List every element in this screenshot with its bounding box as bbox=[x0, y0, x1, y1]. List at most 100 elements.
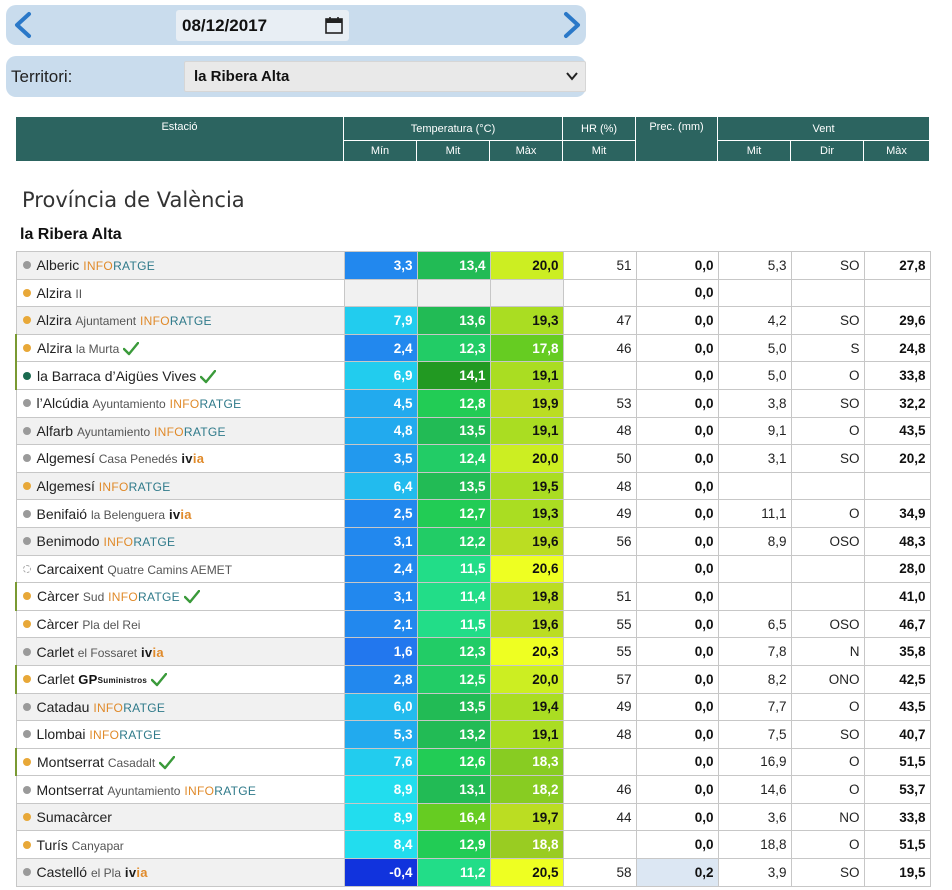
station-cell[interactable]: Catadau INFORATGE bbox=[15, 692, 345, 722]
table-row[interactable]: Càrcer Pla del Rei 2,1 11,5 19,6 55 0,0 6,5 OSO… bbox=[15, 609, 931, 639]
table-row[interactable]: Alzira la Murta 2,4 12,3 17,8 46 0,0 5,0 S 24,8 bbox=[15, 333, 931, 363]
table-row[interactable]: Llombai INFORATGE 5,3 13,2 19,1 48 0,0 7,5 SO 40… bbox=[15, 720, 931, 749]
station-name[interactable]: Alfarb bbox=[37, 423, 74, 439]
table-row[interactable]: Alzira II 0,0 bbox=[15, 278, 931, 308]
station-name[interactable]: Castelló bbox=[37, 864, 88, 880]
table-row[interactable]: Carcaixent Quatre Camins AEMET 2,4 11,5 20,… bbox=[15, 554, 931, 584]
station-cell[interactable]: Algemesí INFORATGE bbox=[15, 471, 345, 501]
station-cell[interactable]: Turís Canyapar bbox=[15, 830, 345, 860]
station-name[interactable]: Alzira bbox=[37, 285, 72, 301]
station-cell[interactable]: l’Alcúdia Ayuntamiento INFORATGE bbox=[15, 388, 345, 418]
inforatge-logo: INFORATGE bbox=[169, 397, 242, 412]
station-cell[interactable]: Sumacàrcer bbox=[15, 802, 345, 832]
table-row[interactable]: Algemesí Casa Penedés ivia 3,5 12,4 20,0 50 0… bbox=[15, 444, 931, 473]
station-name[interactable]: Algemesí bbox=[37, 450, 95, 466]
station-cell[interactable]: Montserrat Ayuntamiento INFORATGE bbox=[15, 775, 345, 804]
prec-cell: 0,0 bbox=[635, 333, 719, 363]
station-name[interactable]: Algemesí bbox=[37, 478, 95, 494]
table-row[interactable]: Alzira Ajuntament INFORATGE 7,9 13,6 19,3 47… bbox=[15, 306, 931, 335]
station-name[interactable]: Llombai bbox=[37, 726, 86, 742]
station-cell[interactable]: Llombai INFORATGE bbox=[15, 720, 345, 749]
status-dot-icon bbox=[22, 316, 31, 325]
station-name[interactable]: Carlet bbox=[37, 644, 74, 660]
table-row[interactable]: la Barraca d’Aigües Vives 6,9 14,1 19,1 0,0 5… bbox=[15, 361, 931, 390]
wind-max-cell bbox=[863, 278, 931, 308]
table-row[interactable]: l’Alcúdia Ayuntamiento INFORATGE 4,5 12,8 1… bbox=[15, 388, 931, 418]
status-dot-icon bbox=[22, 399, 31, 408]
station-cell[interactable]: Montserrat Casadalt bbox=[15, 747, 345, 777]
wind-max-cell: 51,5 bbox=[863, 747, 931, 777]
table-row[interactable]: Algemesí INFORATGE 6,4 13,5 19,5 48 0,0 bbox=[15, 471, 931, 501]
table-row[interactable]: Carlet el Fossaret ivia 1,6 12,3 20,3 55 0,0 7… bbox=[15, 637, 931, 666]
hr-cell: 55 bbox=[562, 609, 637, 639]
station-name[interactable]: la Barraca d’Aigües Vives bbox=[37, 368, 196, 384]
station-cell[interactable]: Castelló el Pla ivia bbox=[15, 858, 345, 887]
station-name[interactable]: Carcaixent bbox=[37, 561, 104, 577]
table-row[interactable]: Montserrat Casadalt 7,6 12,6 18,3 0,0 16,9 O 51… bbox=[15, 747, 931, 777]
checkmark-icon bbox=[158, 755, 176, 770]
hr-cell: 48 bbox=[562, 471, 637, 501]
date-input[interactable]: 08/12/2017 bbox=[176, 10, 349, 41]
temp-max-cell: 17,8 bbox=[489, 333, 564, 363]
prec-cell: 0,0 bbox=[635, 416, 719, 446]
station-name[interactable]: Alzira bbox=[37, 312, 72, 328]
next-day-arrow-icon[interactable] bbox=[557, 11, 585, 39]
station-cell[interactable]: Algemesí Casa Penedés ivia bbox=[15, 444, 345, 473]
table-row[interactable]: Benifaió la Belenguera ivia 2,5 12,7 19,3 49… bbox=[15, 499, 931, 528]
station-cell[interactable]: Alfarb Ayuntamiento INFORATGE bbox=[15, 416, 345, 446]
table-row[interactable]: Catadau INFORATGE 6,0 13,5 19,4 49 0,0 7,7 O 43,… bbox=[15, 692, 931, 722]
table-row[interactable]: Montserrat Ayuntamiento INFORATGE 8,9 13,1… bbox=[15, 775, 931, 804]
table-row[interactable]: Alberic INFORATGE 3,3 13,4 20,0 51 0,0 5,3 SO 27… bbox=[15, 251, 931, 280]
station-name[interactable]: Càrcer bbox=[37, 588, 79, 604]
hr-cell: 57 bbox=[562, 664, 637, 694]
prec-cell: 0,0 bbox=[635, 609, 719, 639]
station-cell[interactable]: Càrcer Sud INFORATGE bbox=[15, 582, 345, 611]
hr-cell: 46 bbox=[562, 775, 637, 804]
station-name[interactable]: Montserrat bbox=[37, 754, 104, 770]
territory-select[interactable]: la Ribera Alta bbox=[184, 61, 586, 92]
table-row[interactable]: Càrcer Sud INFORATGE 3,1 11,4 19,8 51 0,0 41,0 bbox=[15, 582, 931, 611]
table-row[interactable]: Alfarb Ayuntamiento INFORATGE 4,8 13,5 19,1… bbox=[15, 416, 931, 446]
station-cell[interactable]: la Barraca d’Aigües Vives bbox=[15, 361, 345, 390]
station-cell[interactable]: Alzira Ajuntament INFORATGE bbox=[15, 306, 345, 335]
checkmark-icon bbox=[183, 590, 201, 604]
station-name[interactable]: Montserrat bbox=[37, 782, 104, 798]
wind-mit-cell bbox=[717, 471, 792, 501]
station-name[interactable]: l’Alcúdia bbox=[37, 395, 89, 411]
table-row[interactable]: Benimodo INFORATGE 3,1 12,2 19,6 56 0,0 8,9 OSO… bbox=[15, 526, 931, 556]
temp-max-cell: 18,8 bbox=[489, 830, 564, 860]
station-name[interactable]: Sumacàrcer bbox=[37, 809, 112, 825]
table-row[interactable]: Castelló el Pla ivia -0,4 11,2 20,5 58 0,2 3,9… bbox=[15, 858, 931, 887]
table-row[interactable]: Turís Canyapar 8,4 12,9 18,8 0,0 18,8 O 51,5 bbox=[15, 830, 931, 860]
station-cell[interactable]: Alberic INFORATGE bbox=[15, 251, 345, 280]
table-row[interactable]: Sumacàrcer 8,9 16,4 19,7 44 0,0 3,6 NO 33,8 bbox=[15, 802, 931, 832]
station-name[interactable]: Carlet bbox=[37, 671, 74, 687]
station-cell[interactable]: Alzira la Murta bbox=[15, 333, 345, 363]
station-name[interactable]: Càrcer bbox=[37, 616, 79, 632]
status-dot-icon bbox=[23, 344, 31, 353]
wind-dir-cell: OSO bbox=[790, 526, 865, 556]
temp-max-cell: 18,3 bbox=[489, 747, 564, 777]
station-cell[interactable]: Carcaixent Quatre Camins AEMET bbox=[15, 554, 345, 584]
station-cell[interactable]: Càrcer Pla del Rei bbox=[15, 609, 345, 639]
temp-mit-cell: 11,5 bbox=[416, 609, 491, 639]
table-row[interactable]: Carlet GPSuministros 2,8 12,5 20,0 57 0,0 8,2 O… bbox=[15, 664, 931, 694]
station-cell[interactable]: Carlet el Fossaret ivia bbox=[15, 637, 345, 666]
station-cell[interactable]: Benifaió la Belenguera ivia bbox=[15, 499, 345, 528]
temp-mit-cell: 11,2 bbox=[416, 858, 491, 887]
hr-cell: 46 bbox=[562, 333, 637, 363]
previous-day-arrow-icon[interactable] bbox=[10, 11, 38, 39]
station-name[interactable]: Catadau bbox=[37, 699, 90, 715]
station-cell[interactable]: Alzira II bbox=[15, 278, 345, 308]
calendar-icon[interactable] bbox=[325, 17, 343, 34]
wind-mit-cell: 18,8 bbox=[717, 830, 792, 860]
station-cell[interactable]: Benimodo INFORATGE bbox=[15, 526, 345, 556]
temp-mit-cell: 12,3 bbox=[416, 333, 491, 363]
station-cell[interactable]: Carlet GPSuministros bbox=[15, 664, 345, 694]
station-name[interactable]: Benifaió bbox=[37, 506, 88, 522]
station-name[interactable]: Alzira bbox=[37, 340, 72, 356]
station-name[interactable]: Turís bbox=[37, 837, 68, 853]
station-name[interactable]: Benimodo bbox=[37, 533, 100, 549]
station-name[interactable]: Alberic bbox=[37, 257, 80, 273]
prec-cell: 0,0 bbox=[635, 747, 719, 777]
